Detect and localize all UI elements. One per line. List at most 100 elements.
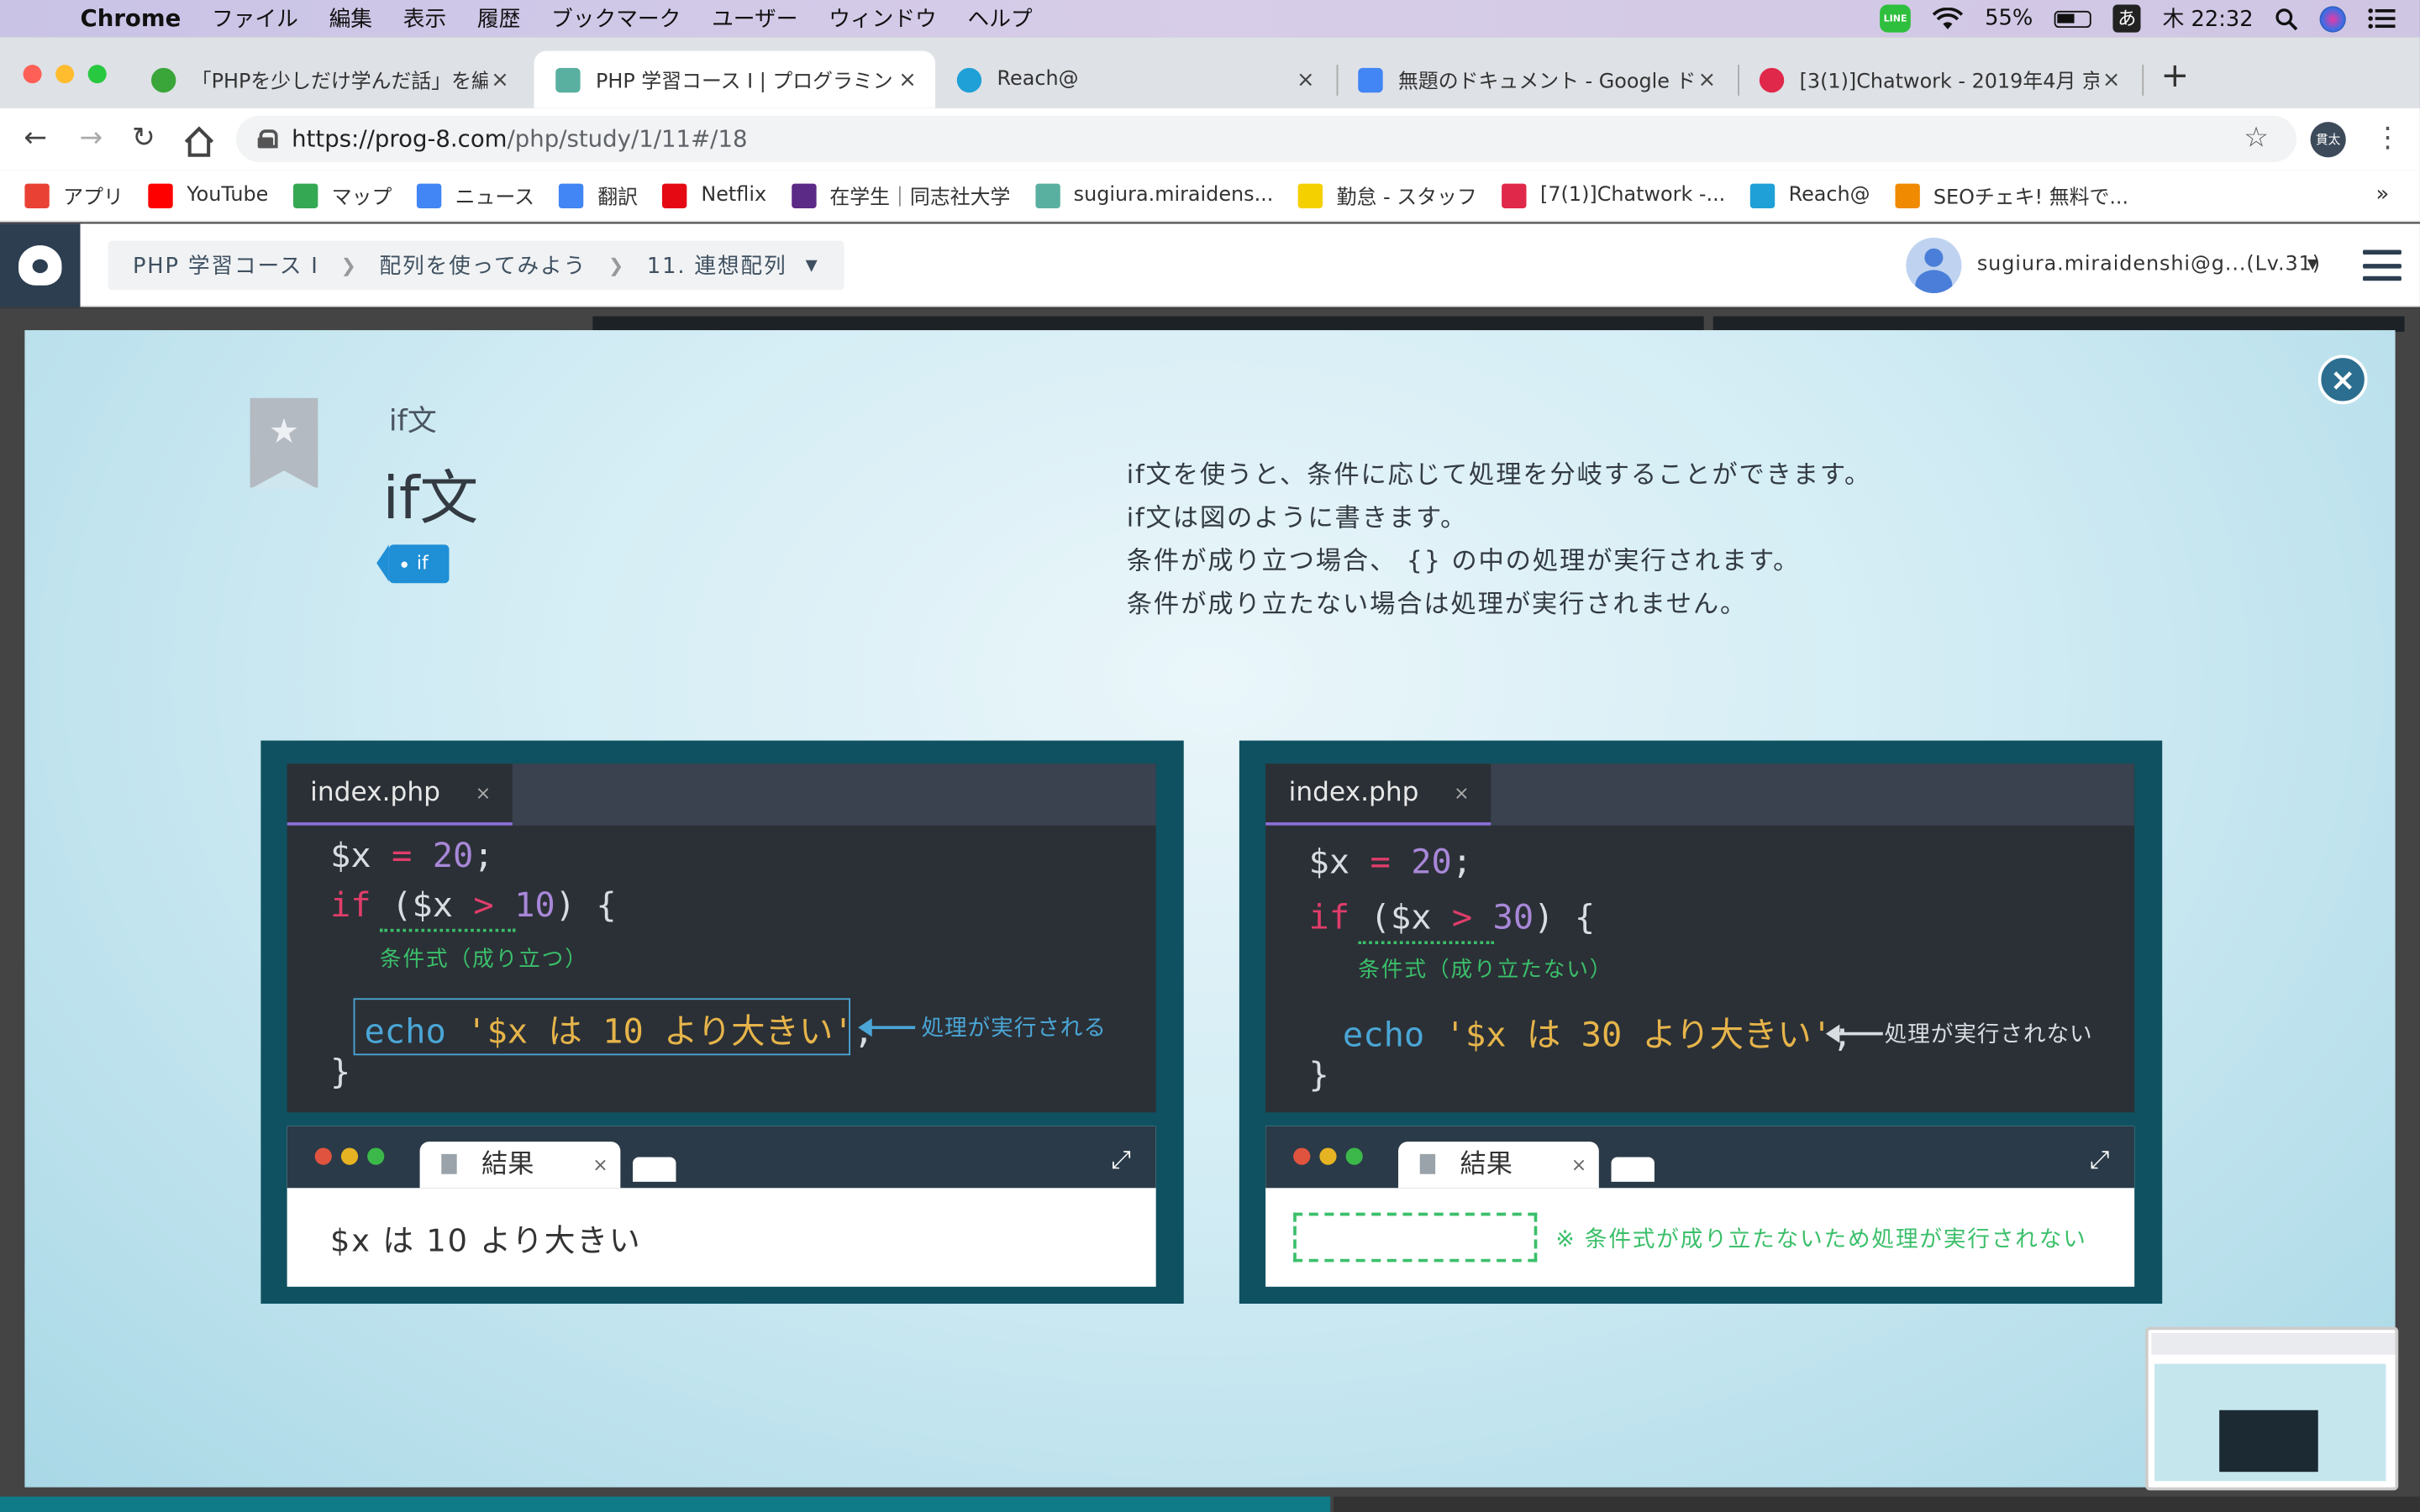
expand-icon[interactable]: ⤢ [2090,1145,2110,1176]
result-tab[interactable]: 結果 × [1398,1142,1599,1189]
forward-arrow-icon[interactable]: → [74,122,108,155]
code-var: $x [1308,843,1350,883]
code-operator: > [1431,899,1493,938]
tab-close-icon[interactable]: × [487,67,512,92]
breadcrumb-chapter[interactable]: 配列を使ってみよう [379,250,587,281]
code-number: 30 [1492,899,1534,938]
bookmark-item[interactable]: [7(1)]Chatwork -... [1502,182,1725,208]
bookmark-item[interactable]: ニュース [416,181,534,210]
bookmark-item[interactable]: SEOチェキ! 無料で... [1894,181,2128,210]
close-window-button[interactable] [23,65,42,84]
site-header: PHP 学習コース Ⅰ ❯ 配列を使ってみよう ❯ 11. 連想配列 ▼ sug… [0,223,2420,307]
siri-icon[interactable] [2319,5,2346,32]
tab-google-docs[interactable]: 無題のドキュメント - Google ド × [1337,51,1735,108]
tab-close-icon[interactable]: × [592,1142,608,1188]
tab-close-icon[interactable]: × [895,67,919,92]
chrome-menu-icon[interactable]: ⋮ [2374,120,2402,157]
result-new-tab[interactable] [1611,1157,1655,1182]
reload-icon[interactable]: ↻ [127,122,160,155]
zoom-window-button[interactable] [87,65,107,84]
bookmark-item[interactable]: マップ [292,181,392,210]
chevron-right-icon: ❯ [608,255,626,276]
line-icon[interactable]: LINE [1880,4,1911,33]
new-tab-button[interactable]: + [2160,60,2189,93]
user-name[interactable]: sugiura.miraidenshi@g...(Lv.31) [1977,253,2321,276]
battery-icon[interactable] [2054,9,2092,28]
expand-icon[interactable]: ⤢ [1111,1145,1131,1176]
bookmark-ribbon[interactable]: ★ [250,397,318,490]
tab-close-icon[interactable]: × [2099,67,2123,92]
spotlight-search-icon[interactable] [2275,7,2298,30]
menubar-status: LINE 55% あ 木 22:32 [1880,0,2396,37]
lock-icon[interactable] [257,129,278,149]
menu-app-name[interactable]: Chrome [81,5,182,33]
apple-icon[interactable] [34,5,61,33]
menu-users[interactable]: ユーザー [712,3,797,34]
bookmarks-overflow-button[interactable]: » [2375,182,2389,207]
bookmark-item[interactable]: Netflix [662,182,766,208]
menu-view[interactable]: 表示 [403,3,446,34]
result-new-tab[interactable] [633,1157,676,1182]
minimize-window-button[interactable] [55,65,75,84]
mac-menubar: Chrome ファイル 編集 表示 履歴 ブックマーク ユーザー ウィンドウ ヘ… [0,0,2420,38]
desc-line: if文を使うと、条件に応じて処理を分岐することができます。 [1126,459,1872,490]
home-icon[interactable] [182,125,216,159]
notification-center-icon[interactable] [2367,8,2396,29]
tab-close-icon[interactable]: × [1454,764,1469,822]
result-tab[interactable]: 結果 × [419,1142,621,1189]
bookmark-item[interactable]: 在学生｜同志社大学 [791,181,1010,210]
bookmark-item[interactable]: YouTube [148,182,268,208]
menu-bookmarks[interactable]: ブックマーク [551,3,681,34]
profile-avatar[interactable]: 貫太 [2310,122,2346,158]
condition-underline [1358,935,1494,945]
bookmark-item[interactable]: Reach@ [1749,182,1870,208]
menu-window[interactable]: ウィンドウ [829,3,937,34]
progate-logo[interactable] [0,223,81,307]
breadcrumb-lesson[interactable]: 11. 連想配列 [647,250,787,281]
wifi-icon[interactable] [1932,7,1964,30]
bookmark-item[interactable]: 勤怠 - スタッフ [1297,181,1477,210]
reach-icon [1749,182,1776,208]
empty-output-box [1293,1212,1538,1263]
input-method-icon[interactable]: あ [2112,4,2141,33]
file-name: index.php [1288,777,1419,809]
editor-file-tab[interactable]: index.php × [287,764,513,826]
menu-help[interactable]: ヘルプ [967,3,1032,34]
hamburger-menu-icon[interactable] [2362,249,2402,281]
tab-reach[interactable]: Reach@ × [935,51,1334,108]
bookmark-item[interactable]: 翻訳 [559,181,638,210]
result-titlebar: 結果 × ⤢ [1265,1126,2135,1189]
tab-close-icon[interactable]: × [1293,67,1318,92]
menu-edit[interactable]: 編集 [329,3,372,34]
tab-progate-edit[interactable]: 「PHPを少しだけ学んだ話」を編集 × [129,51,528,108]
screenshot-thumbnail[interactable] [2145,1326,2399,1491]
breadcrumb-course[interactable]: PHP 学習コース Ⅰ [133,250,319,281]
close-modal-button[interactable]: × [2317,354,2368,405]
code-number: 10 [514,887,555,927]
user-avatar[interactable] [1906,237,1962,293]
result-window-dots [314,1147,385,1165]
bookmark-label: アプリ [63,186,124,210]
address-bar[interactable]: https://prog-8.com/php/study/1/11#/18 ☆ [236,115,2297,162]
menu-history[interactable]: 履歴 [477,3,520,34]
tab-close-icon[interactable]: × [476,764,491,822]
tab-php-course[interactable]: PHP 学習コース I | プログラミン × [534,50,936,108]
back-arrow-icon[interactable]: ← [18,122,52,155]
tab-close-icon[interactable]: × [1695,67,1719,92]
tab-title: 「PHPを少しだけ学んだ話」を編集 [191,71,488,95]
tab-close-icon[interactable]: × [1571,1142,1586,1188]
keyword-tag[interactable]: if [376,544,449,584]
menu-file[interactable]: ファイル [212,3,298,34]
bookmark-item[interactable]: アプリ [24,181,124,210]
tab-chatwork[interactable]: [3(1)]Chatwork - 2019年4月 京都 × [1738,51,2139,108]
netflix-icon [662,182,687,208]
chrome-tab-strip: 「PHPを少しだけ学んだ話」を編集 × PHP 学習コース I | プログラミン… [0,37,2420,108]
result-output: $x は 10 より大きい [330,1221,642,1259]
bookmark-item[interactable]: sugiura.miraidens... [1034,182,1273,208]
caret-down-icon[interactable]: ▼ [806,257,819,274]
user-menu-caret-icon[interactable]: ▼ [2307,258,2318,273]
editor-file-tab[interactable]: index.php × [1265,764,1491,826]
clock[interactable]: 木 22:32 [2163,3,2254,34]
doshisha-icon [791,182,816,208]
bookmark-star-icon[interactable]: ☆ [2244,122,2269,155]
